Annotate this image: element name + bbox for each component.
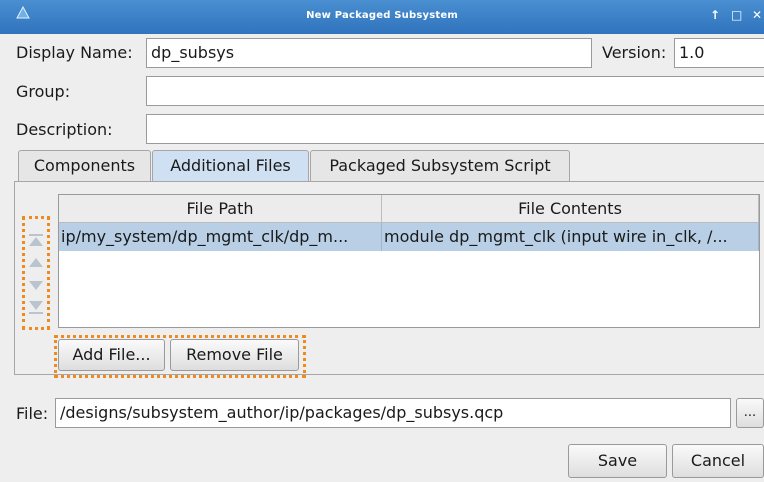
window-title: New Packaged Subsystem <box>306 10 458 21</box>
description-field[interactable] <box>146 114 764 144</box>
file-buttons-highlight <box>54 335 306 378</box>
close-icon[interactable]: ✕ <box>752 8 762 22</box>
maximize-icon[interactable]: □ <box>731 8 742 22</box>
display-name-label: Display Name: <box>16 43 133 62</box>
file-path-field[interactable]: /designs/subsystem_author/ip/packages/dp… <box>55 398 731 428</box>
display-name-field[interactable]: dp_subsys <box>146 38 592 68</box>
version-label: Version: <box>602 43 667 62</box>
move-controls-highlight <box>22 216 50 330</box>
group-label: Group: <box>16 82 71 101</box>
restore-icon[interactable]: ↑ <box>710 8 720 22</box>
file-label: File: <box>16 404 49 423</box>
group-field[interactable] <box>146 76 764 106</box>
dialog-content: Display Name: dp_subsys Version: 1.0 Gro… <box>0 34 764 482</box>
tab-packaged-subsystem-script[interactable]: Packaged Subsystem Script <box>310 150 570 182</box>
file-contents-cell[interactable]: module dp_mgmt_clk (input wire in_clk, /… <box>382 223 759 251</box>
table-row[interactable]: ip/my_system/dp_mgmt_clk/dp_m... module … <box>59 223 759 251</box>
column-header-file-path[interactable]: File Path <box>59 195 382 223</box>
title-bar: New Packaged Subsystem ↑ □ ✕ <box>0 0 764 34</box>
tab-additional-files[interactable]: Additional Files <box>152 150 309 182</box>
cancel-button[interactable]: Cancel <box>672 444 764 478</box>
table-header: File Path File Contents <box>59 195 759 223</box>
file-path-cell[interactable]: ip/my_system/dp_mgmt_clk/dp_m... <box>59 223 382 251</box>
description-label: Description: <box>16 120 113 139</box>
browse-button[interactable]: ... <box>736 398 764 428</box>
files-table[interactable]: File Path File Contents ip/my_system/dp_… <box>58 194 760 328</box>
tab-components[interactable]: Components <box>18 150 151 182</box>
version-field[interactable]: 1.0 <box>674 38 764 68</box>
column-header-file-contents[interactable]: File Contents <box>382 195 759 223</box>
save-button[interactable]: Save <box>568 444 667 478</box>
